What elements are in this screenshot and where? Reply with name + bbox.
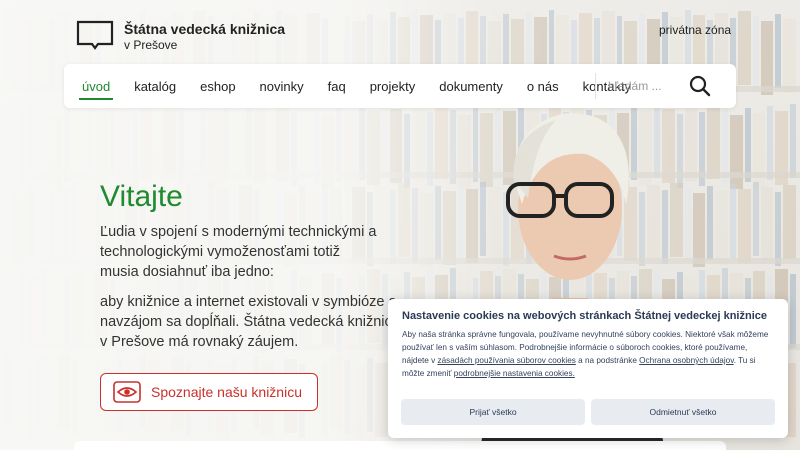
private-zone-link[interactable]: privátna zóna bbox=[659, 23, 731, 37]
search-box bbox=[595, 73, 727, 99]
reject-all-button[interactable]: Odmietnuť všetko bbox=[591, 399, 775, 425]
nav-item-uvod[interactable]: úvod bbox=[79, 73, 114, 100]
nav-item-dokumenty[interactable]: dokumenty bbox=[436, 73, 506, 100]
nav-item-faq[interactable]: faq bbox=[325, 73, 349, 100]
logo-subtitle: v Prešove bbox=[124, 38, 178, 52]
site-logo[interactable]: Štátna vedecká knižnica v Prešove bbox=[76, 20, 285, 52]
eye-icon bbox=[113, 381, 141, 403]
cookie-text-part: a na podstránke bbox=[575, 356, 640, 365]
hero-paragraph-2: aby knižnice a internet existovali v sym… bbox=[100, 294, 400, 350]
hero-paragraph-1: Ľudia v spojení s modernými technickými … bbox=[100, 224, 377, 280]
cookie-text: Aby naša stránka správne fungovala, použ… bbox=[402, 328, 774, 380]
cookie-title: Nastavenie cookies na webových stránkach… bbox=[402, 310, 767, 322]
privacy-policy-link[interactable]: Ochrana osobných údajov bbox=[639, 356, 734, 365]
nav-item-projekty[interactable]: projekty bbox=[367, 73, 419, 100]
discover-library-label: Spoznajte našu knižnicu bbox=[151, 384, 302, 400]
main-navigation: úvod katalóg eshop novinky faq projekty … bbox=[64, 64, 736, 108]
logo-title: Štátna vedecká knižnica bbox=[124, 21, 286, 37]
hero-title: Vitajte bbox=[100, 180, 183, 213]
open-book-icon bbox=[76, 20, 114, 50]
cookie-settings-link[interactable]: podrobnejšie nastavenia cookies. bbox=[454, 369, 575, 378]
content-card-edge bbox=[74, 441, 726, 450]
discover-library-button[interactable]: Spoznajte našu knižnicu bbox=[100, 373, 318, 411]
nav-item-o-nas[interactable]: o nás bbox=[524, 73, 562, 100]
accept-all-button[interactable]: Prijať všetko bbox=[401, 399, 585, 425]
nav-item-novinky[interactable]: novinky bbox=[257, 73, 307, 100]
search-input[interactable] bbox=[608, 79, 686, 93]
cookie-banner: Nastavenie cookies na webových stránkach… bbox=[388, 299, 788, 438]
nav-item-eshop[interactable]: eshop bbox=[197, 73, 238, 100]
nav-item-katalog[interactable]: katalóg bbox=[131, 73, 179, 100]
cookie-policy-link[interactable]: zásadách používania súborov cookies bbox=[438, 356, 576, 365]
cookie-buttons: Prijať všetko Odmietnuť všetko bbox=[401, 399, 775, 425]
search-icon[interactable] bbox=[689, 75, 711, 97]
